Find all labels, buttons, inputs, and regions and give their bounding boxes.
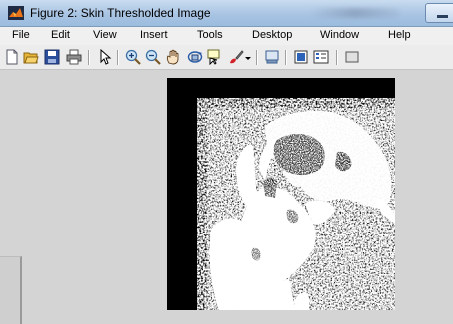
open-folder-icon[interactable]	[23, 49, 39, 65]
link-plot-icon[interactable]	[264, 49, 280, 65]
save-icon[interactable]	[44, 49, 60, 65]
figure-toolbar	[0, 45, 453, 70]
brush-icon[interactable]	[228, 49, 244, 65]
minimize-button[interactable]	[425, 3, 453, 23]
title-bar[interactable]: Figure 2: Skin Thresholded Image	[0, 0, 453, 27]
toolbar-separator	[285, 50, 287, 65]
minimize-icon	[437, 15, 448, 18]
zoom-out-icon[interactable]	[145, 49, 161, 65]
rotate-3d-icon[interactable]	[187, 49, 203, 65]
window-title: Figure 2: Skin Thresholded Image	[30, 6, 211, 20]
edit-plot-arrow-icon[interactable]	[97, 49, 113, 65]
hide-plot-tools-icon[interactable]	[344, 49, 360, 65]
menu-help[interactable]: Help	[388, 29, 411, 41]
menu-insert[interactable]: Insert	[140, 29, 168, 41]
figure-window: Figure 2: Skin Thresholded Image File Ed…	[0, 0, 453, 324]
data-cursor-icon[interactable]	[207, 49, 223, 65]
toolbar-separator	[117, 50, 119, 65]
menu-file[interactable]: File	[12, 29, 30, 41]
menu-view[interactable]: View	[93, 29, 117, 41]
blurred-window-text	[310, 8, 400, 18]
insert-legend-icon[interactable]	[313, 49, 329, 65]
toolbar-separator	[256, 50, 258, 65]
new-figure-icon[interactable]	[4, 49, 20, 65]
menu-bar: File Edit View Insert Tools Desktop Wind…	[0, 27, 453, 45]
menu-window[interactable]: Window	[320, 29, 359, 41]
zoom-in-icon[interactable]	[125, 49, 141, 65]
menu-tools[interactable]: Tools	[197, 29, 223, 41]
toolbar-separator	[88, 50, 90, 65]
background-window-edge	[0, 256, 22, 324]
pan-hand-icon[interactable]	[165, 49, 181, 65]
menu-edit[interactable]: Edit	[51, 29, 70, 41]
matlab-logo-icon	[8, 6, 24, 20]
skin-threshold-image[interactable]	[167, 78, 395, 310]
insert-colorbar-icon[interactable]	[293, 49, 309, 65]
toolbar-separator	[336, 50, 338, 65]
brush-dropdown-arrow-icon[interactable]	[244, 49, 252, 65]
print-icon[interactable]	[66, 49, 82, 65]
menu-desktop[interactable]: Desktop	[252, 29, 292, 41]
